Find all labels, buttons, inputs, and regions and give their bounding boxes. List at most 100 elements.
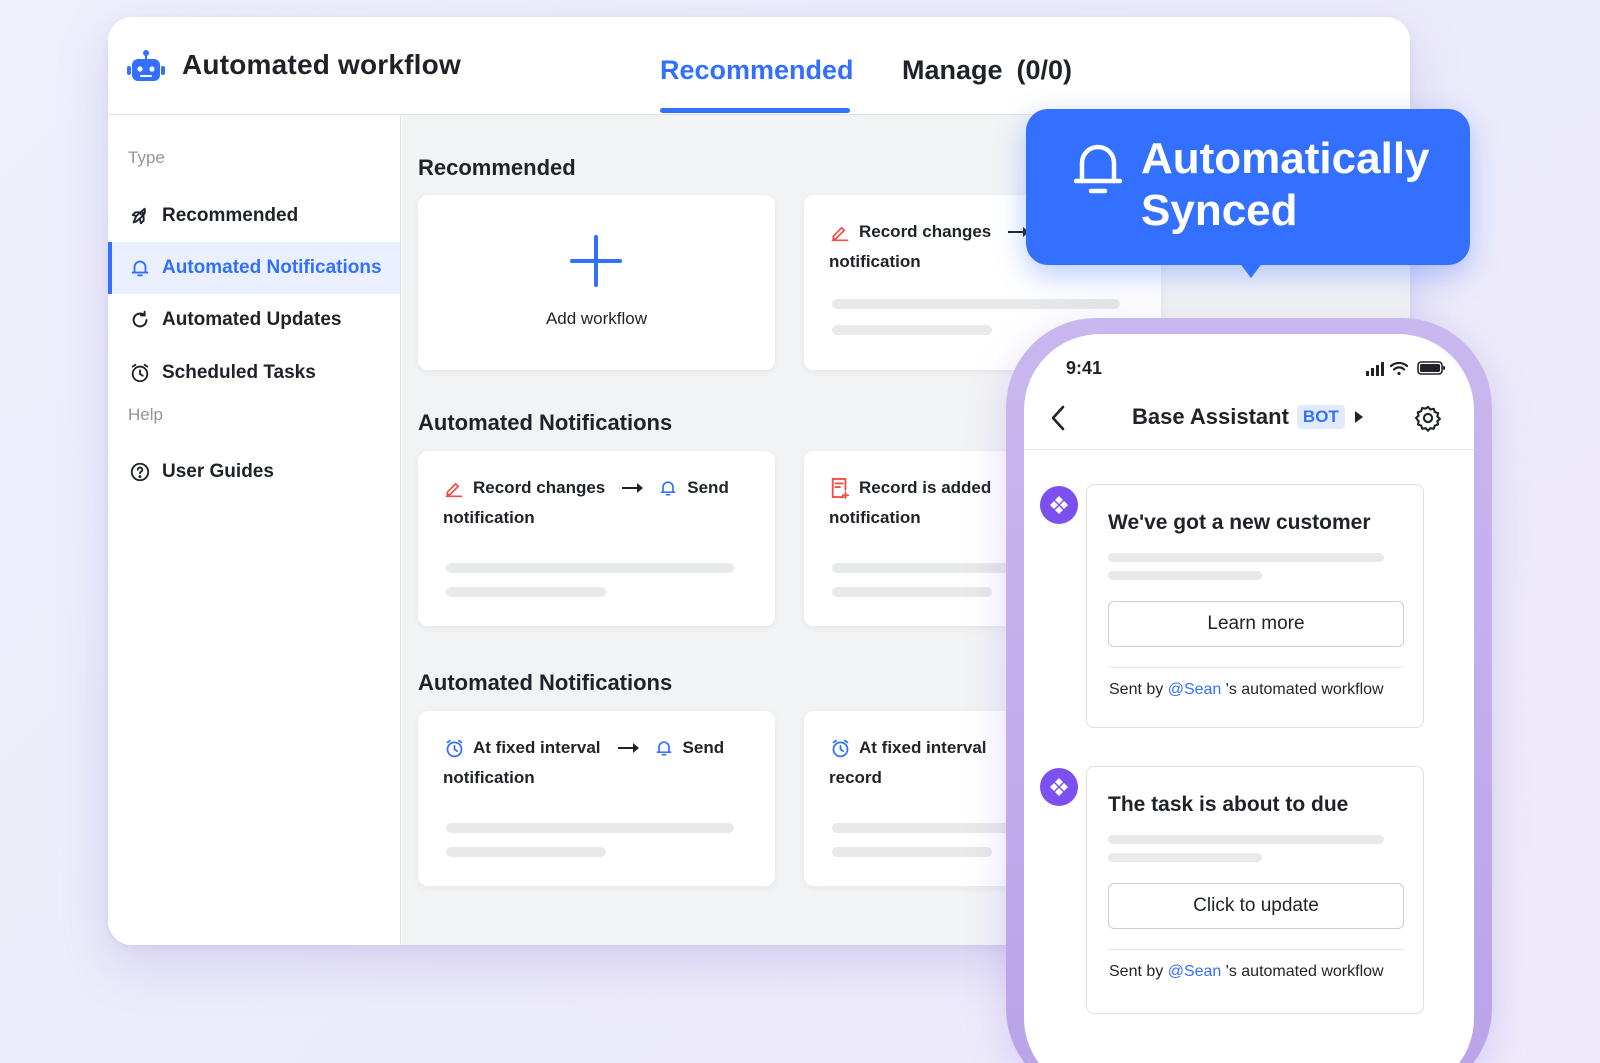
sync-callout-bubble: Automatically Synced bbox=[1026, 109, 1470, 265]
bell-icon bbox=[1073, 144, 1123, 194]
window-header: Automated workflow Recommended Manage (0/… bbox=[108, 17, 1410, 115]
card-trigger: Record changes bbox=[473, 478, 606, 497]
sent-by-suffix: 's automated workflow bbox=[1225, 681, 1384, 698]
sent-by-suffix: 's automated workflow bbox=[1225, 963, 1384, 980]
robot-icon bbox=[127, 50, 165, 81]
card-line2: notification bbox=[443, 508, 535, 527]
arrow-right-icon bbox=[617, 743, 639, 753]
user-mention[interactable]: @Sean bbox=[1168, 681, 1222, 698]
card-trigger-line: At fixed interval bbox=[829, 737, 987, 759]
section-title: Automated Notifications bbox=[418, 670, 673, 695]
chat-title-group[interactable]: Base Assistant BOT bbox=[1132, 404, 1363, 430]
alarm-clock-icon bbox=[443, 737, 465, 759]
card-line2: record bbox=[829, 768, 882, 787]
message-card: The task is about to due Click to update… bbox=[1086, 766, 1424, 1014]
signal-icon bbox=[1366, 362, 1384, 376]
skeleton-line bbox=[832, 847, 992, 857]
sidebar-item-label: Scheduled Tasks bbox=[162, 362, 316, 383]
message-card: We've got a new customer Learn more Sent… bbox=[1086, 484, 1424, 728]
learn-more-button[interactable]: Learn more bbox=[1108, 601, 1404, 647]
status-time: 9:41 bbox=[1066, 358, 1103, 378]
card-trigger-line: At fixed interval Send bbox=[443, 737, 724, 759]
bot-avatar bbox=[1040, 768, 1078, 806]
card-trigger: At fixed interval bbox=[859, 738, 987, 757]
sidebar-help-label: Help bbox=[128, 405, 163, 424]
skeleton-line bbox=[446, 587, 606, 597]
bot-badge: BOT bbox=[1296, 405, 1345, 429]
skeleton-line bbox=[832, 299, 1120, 309]
skeleton-line bbox=[446, 823, 734, 833]
sidebar-item-label: User Guides bbox=[162, 461, 274, 482]
tab-manage-count: (0/0) bbox=[1016, 55, 1073, 85]
skeleton-line bbox=[1108, 835, 1384, 844]
arrow-right-icon bbox=[622, 483, 644, 493]
card-trigger-line: Record changes bbox=[829, 221, 1043, 243]
alarm-clock-icon bbox=[829, 737, 851, 759]
section-title: Recommended bbox=[418, 155, 576, 180]
sidebar-item-recommended[interactable]: Recommended bbox=[108, 190, 400, 242]
sidebar-type-label: Type bbox=[128, 148, 165, 167]
sidebar-item-label: Recommended bbox=[162, 205, 299, 226]
callout-line1: Automatically bbox=[1141, 134, 1430, 183]
edit-icon bbox=[829, 221, 851, 243]
sent-by-label: Sent by bbox=[1109, 681, 1164, 698]
sent-by-label: Sent by bbox=[1109, 963, 1164, 980]
refresh-icon bbox=[128, 308, 152, 332]
caret-right-icon bbox=[1354, 411, 1363, 423]
add-workflow-card[interactable]: Add workflow bbox=[418, 195, 775, 370]
callout-text: Automatically Synced bbox=[1141, 133, 1451, 237]
skeleton-line bbox=[832, 325, 992, 335]
sidebar-item-label: Automated Updates bbox=[162, 309, 342, 330]
divider bbox=[1108, 667, 1404, 668]
card-line2: notification bbox=[829, 252, 921, 271]
edit-icon bbox=[443, 477, 465, 499]
tab-manage-label: Manage bbox=[902, 55, 1003, 85]
question-circle-icon bbox=[128, 460, 152, 484]
bell-icon bbox=[653, 737, 675, 759]
card-trigger: Record is added bbox=[859, 478, 992, 497]
add-workflow-label: Add workflow bbox=[545, 309, 648, 328]
status-icons bbox=[1366, 361, 1445, 376]
sidebar-item-label: Automated Notifications bbox=[162, 257, 382, 278]
bell-icon bbox=[657, 477, 679, 499]
callout-line2: Synced bbox=[1141, 186, 1298, 235]
skeleton-line bbox=[446, 563, 734, 573]
sidebar-item-user-guides[interactable]: User Guides bbox=[108, 446, 400, 498]
plus-icon bbox=[570, 235, 622, 287]
phone-mockup: 9:41 Base Assistant BOT We've got a new … bbox=[1006, 318, 1492, 1063]
message-title: The task is about to due bbox=[1108, 793, 1349, 816]
skeleton-line bbox=[1108, 571, 1262, 580]
gear-icon[interactable] bbox=[1414, 404, 1442, 432]
card-trigger-line: Record is added bbox=[829, 477, 991, 499]
wifi-icon bbox=[1389, 361, 1409, 376]
click-to-update-button[interactable]: Click to update bbox=[1108, 883, 1404, 929]
message-footer: Sent by @Sean 's automated workflow bbox=[1109, 681, 1384, 699]
divider bbox=[1108, 949, 1404, 950]
workflow-card[interactable]: Record changes Send notification bbox=[418, 451, 775, 626]
sidebar-item-automated-notifications[interactable]: Automated Notifications bbox=[108, 242, 400, 294]
skeleton-line bbox=[1108, 853, 1262, 862]
workflow-card[interactable]: At fixed interval Send notification bbox=[418, 711, 775, 886]
card-line2: notification bbox=[443, 768, 535, 787]
skeleton-line bbox=[1108, 553, 1384, 562]
battery-icon bbox=[1417, 361, 1445, 375]
skeleton-line bbox=[832, 587, 992, 597]
app-title: Automated workflow bbox=[182, 49, 461, 80]
form-add-icon bbox=[829, 477, 851, 499]
tab-manage[interactable]: Manage (0/0) bbox=[902, 55, 1072, 86]
bell-icon bbox=[128, 256, 152, 280]
card-line2: notification bbox=[829, 508, 921, 527]
callout-tail bbox=[1236, 258, 1266, 278]
back-chevron-icon[interactable] bbox=[1048, 404, 1070, 432]
card-action: Send bbox=[682, 738, 725, 757]
tab-recommended[interactable]: Recommended bbox=[660, 55, 854, 86]
bot-avatar bbox=[1040, 486, 1078, 524]
clock-icon bbox=[128, 361, 152, 385]
card-trigger: At fixed interval bbox=[473, 738, 601, 757]
chat-navbar: Base Assistant BOT bbox=[1024, 386, 1474, 450]
bot-logo-icon bbox=[1050, 496, 1068, 514]
chat-title: Base Assistant bbox=[1132, 404, 1289, 429]
user-mention[interactable]: @Sean bbox=[1168, 963, 1222, 980]
sidebar-item-scheduled-tasks[interactable]: Scheduled Tasks bbox=[108, 347, 400, 399]
sidebar-item-automated-updates[interactable]: Automated Updates bbox=[108, 294, 400, 346]
